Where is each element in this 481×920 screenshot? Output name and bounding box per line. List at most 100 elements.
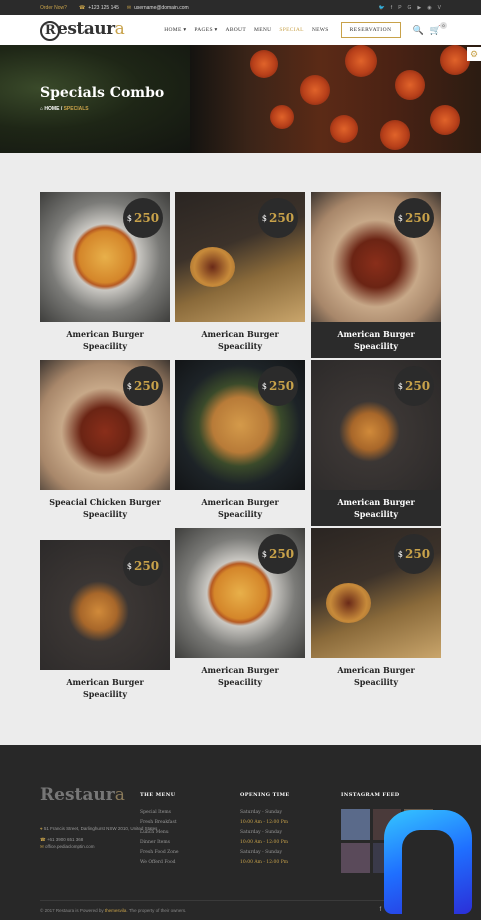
site-logo[interactable]: Restaura bbox=[40, 19, 125, 41]
footer-menu-link[interactable]: Lunch Menu bbox=[140, 830, 179, 835]
facebook-icon[interactable]: f bbox=[391, 5, 392, 11]
facebook-icon[interactable]: f bbox=[379, 907, 381, 914]
food-image[interactable]: $250 bbox=[40, 540, 170, 670]
tomato-slice bbox=[440, 45, 470, 75]
menu-card-title[interactable]: American Burger Speacility bbox=[311, 322, 441, 358]
reservation-button[interactable]: RESERVATION bbox=[340, 22, 401, 38]
nav-item-special[interactable]: SPECIAL bbox=[279, 27, 303, 33]
hours-day: Saturday - Sunday bbox=[240, 850, 283, 855]
price-badge: $250 bbox=[258, 534, 298, 574]
food-image[interactable]: $250 bbox=[175, 360, 305, 490]
tomato-slice bbox=[380, 120, 410, 150]
pinterest-icon[interactable]: P bbox=[398, 5, 401, 11]
breadcrumb: ⌂ HOME / SPECIALS bbox=[40, 106, 89, 112]
price-badge: $250 bbox=[394, 198, 434, 238]
footer-logo[interactable]: Restaura bbox=[40, 785, 125, 805]
food-image[interactable]: $250 bbox=[175, 528, 305, 658]
menu-card-title[interactable]: American Burger Speacility bbox=[40, 670, 170, 706]
menu-card-title[interactable]: American Burger Speacility bbox=[311, 658, 441, 694]
tomato-slice bbox=[430, 105, 460, 135]
footer-phone[interactable]: +61 3900 651 368 bbox=[47, 837, 83, 842]
menu-card-title[interactable]: Speacial Chicken Burger Speacility bbox=[40, 490, 170, 526]
tomato-slice bbox=[395, 70, 425, 100]
instagram-photo[interactable] bbox=[341, 842, 370, 873]
tomato-slice bbox=[250, 50, 278, 78]
food-image[interactable]: $250 bbox=[311, 528, 441, 658]
footer-instagram-column: INSTAGRAM FEED bbox=[341, 792, 400, 810]
footer-menu-link[interactable]: Fresh Breakfast bbox=[140, 820, 179, 825]
price-badge: $250 bbox=[394, 366, 434, 406]
cart-count-badge: 0 bbox=[440, 21, 447, 29]
dribbble-icon[interactable]: ◉ bbox=[427, 5, 431, 11]
footer-menu-link[interactable]: Special Items bbox=[140, 810, 179, 815]
search-icon[interactable]: 🔍 bbox=[413, 25, 424, 36]
price-badge: $250 bbox=[123, 366, 163, 406]
menu-card-title[interactable]: American Burger Speacility bbox=[311, 490, 441, 526]
floating-logo-icon[interactable] bbox=[384, 810, 472, 920]
nav-item-about[interactable]: ABOUT bbox=[226, 27, 246, 33]
food-image[interactable]: $250 bbox=[311, 360, 441, 490]
youtube-icon[interactable]: ▶ bbox=[417, 5, 421, 11]
hours-time: 10:00 Am - 12:00 Pm bbox=[240, 820, 288, 825]
nav-item-pages[interactable]: PAGES ▾ bbox=[194, 27, 217, 33]
email-address[interactable]: username@domain.com bbox=[134, 5, 189, 11]
hours-day: Saturday - Sunday bbox=[240, 830, 283, 835]
cart-icon[interactable]: 🛒 0 bbox=[430, 21, 447, 36]
breadcrumb-home[interactable]: HOME bbox=[44, 106, 59, 112]
footer-email[interactable]: office.pediaclomptin.com bbox=[45, 844, 94, 849]
menu-card-title[interactable]: American Burger Speacility bbox=[175, 322, 305, 358]
hours-day: Saturday - Sunday bbox=[240, 810, 283, 815]
menu-card-title[interactable]: American Burger Speacility bbox=[175, 490, 305, 526]
menu-card[interactable]: $250 Speacial Chicken Burger Speacility bbox=[40, 360, 170, 526]
footer-hours-column: OPENING TIME Saturday - Sunday 10:00 Am … bbox=[240, 792, 290, 870]
menu-card[interactable]: $250 American Burger Speacility bbox=[311, 528, 441, 694]
top-bar: Order Now? ☎ +123 125 145 ✉ username@dom… bbox=[0, 0, 481, 15]
menu-card[interactable]: $250 American Burger Speacility bbox=[40, 192, 170, 358]
menu-card[interactable]: $250 American Burger Speacility bbox=[40, 540, 170, 706]
menu-card[interactable]: $250 American Burger Speacility bbox=[311, 360, 441, 526]
nav-item-news[interactable]: NEWS bbox=[312, 27, 329, 33]
phone-number[interactable]: +123 125 145 bbox=[88, 5, 119, 11]
footer-menu-link[interactable]: We Offerd Food bbox=[140, 860, 179, 865]
twitter-icon[interactable]: 🐦 bbox=[379, 5, 385, 11]
food-image[interactable]: $250 bbox=[175, 192, 305, 322]
nav-icons: 🔍 🛒 0 bbox=[413, 21, 447, 36]
page-banner: Specials Combo ⌂ HOME / SPECIALS bbox=[0, 45, 481, 153]
topbar-social-links: 🐦 f P G ▶ ◉ V bbox=[379, 5, 441, 11]
google-icon[interactable]: G bbox=[408, 5, 412, 11]
main-navigation: Restaura HOME ▾ PAGES ▾ ABOUT MENU SPECI… bbox=[0, 15, 481, 45]
food-image[interactable]: $250 bbox=[40, 192, 170, 322]
food-image[interactable]: $250 bbox=[40, 360, 170, 490]
instagram-photo[interactable] bbox=[341, 809, 370, 840]
vimeo-icon[interactable]: V bbox=[438, 5, 441, 11]
price-badge: $250 bbox=[123, 198, 163, 238]
menu-card[interactable]: $250 American Burger Speacility bbox=[175, 192, 305, 358]
page-title: Specials Combo bbox=[40, 85, 165, 101]
order-now-label: Order Now? bbox=[40, 4, 67, 11]
hours-time: 10:00 Am - 12:00 Pm bbox=[240, 840, 288, 845]
menu-card[interactable]: $250 American Burger Speacility bbox=[175, 360, 305, 526]
mail-icon: ✉ bbox=[126, 4, 132, 11]
nav-item-home[interactable]: HOME ▾ bbox=[164, 27, 186, 33]
footer-menu-link[interactable]: Dinner Items bbox=[140, 840, 179, 845]
breadcrumb-current: SPECIALS bbox=[63, 106, 89, 112]
menu-card[interactable]: $250 American Burger Speacility bbox=[175, 528, 305, 694]
menu-card[interactable]: $250 American Burger Speacility bbox=[311, 192, 441, 358]
tomato-slice bbox=[345, 45, 377, 77]
settings-gear-icon[interactable]: ⚙ bbox=[467, 47, 481, 61]
location-icon: ⌖ bbox=[40, 826, 43, 831]
hours-time: 10:00 Am - 12:00 Pm bbox=[240, 860, 288, 865]
nav-menu: HOME ▾ PAGES ▾ ABOUT MENU SPECIAL NEWS R… bbox=[164, 22, 401, 38]
footer-menu-title: THE MENU bbox=[140, 792, 176, 798]
brand-link[interactable]: themesvila bbox=[105, 908, 127, 913]
food-image[interactable]: $250 bbox=[311, 192, 441, 322]
menu-card-title[interactable]: American Burger Speacility bbox=[40, 322, 170, 358]
menu-card-title[interactable]: American Burger Speacility bbox=[175, 658, 305, 694]
footer-instagram-title: INSTAGRAM FEED bbox=[341, 792, 400, 798]
price-badge: $250 bbox=[123, 546, 163, 586]
mail-icon: ✉ bbox=[40, 844, 44, 849]
nav-item-menu[interactable]: MENU bbox=[254, 27, 271, 33]
home-icon: ⌂ bbox=[40, 106, 44, 112]
footer-menu-link[interactable]: Fresh Food Zone bbox=[140, 850, 179, 855]
footer-menu-column: THE MENU Special Items Fresh Breakfast L… bbox=[140, 792, 179, 870]
